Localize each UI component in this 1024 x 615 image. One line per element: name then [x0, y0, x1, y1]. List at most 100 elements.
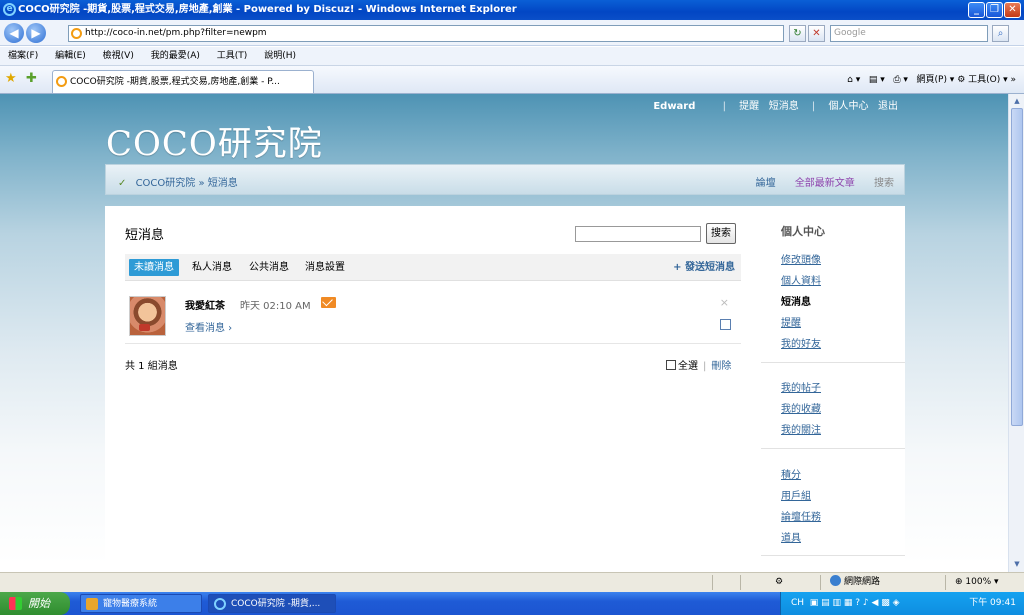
tab-unread[interactable]: 未讀消息 [129, 259, 179, 276]
message-time: 昨天 02:10 AM [240, 301, 311, 312]
chevron-icon[interactable]: » [1010, 75, 1016, 85]
language-indicator[interactable]: CH [791, 598, 804, 608]
send-pm-button[interactable]: + 發送短消息 [673, 259, 735, 276]
list-item: 我愛紅茶 昨天 02:10 AM 查看消息 › × [125, 288, 741, 344]
nav-forum[interactable]: 論壇 [756, 178, 776, 189]
minimize-button[interactable]: _ [968, 2, 985, 18]
menu-help[interactable]: 說明(H) [264, 51, 296, 61]
task-browser[interactable]: COCO研究院 -期貨,... [208, 594, 336, 613]
breadcrumb-home[interactable]: COCO研究院 [136, 178, 196, 189]
message-sender[interactable]: 我愛紅茶 [185, 297, 225, 312]
ie-icon [214, 598, 226, 610]
tab-page-icon [56, 76, 67, 87]
tray-icons[interactable]: ▣ ▤ ▥ ▦ ? ♪ ◀ ▩ ◈ [807, 598, 900, 608]
mail-icon [321, 297, 336, 308]
menu-view[interactable]: 檢視(V) [103, 51, 134, 61]
back-button[interactable]: ◀ [4, 23, 24, 43]
maximize-button[interactable]: ❐ [986, 2, 1003, 18]
refresh-button[interactable]: ↻ [789, 25, 806, 42]
sidebar-item-pm[interactable]: 短消息 [781, 293, 811, 308]
print-icon[interactable]: ⎙ ▾ [893, 75, 908, 85]
user-link-notify[interactable]: 提醒 [739, 101, 759, 112]
sidebar-item-props[interactable]: 道具 [781, 529, 801, 544]
search-input[interactable]: Google [830, 25, 988, 42]
breadcrumb-separator: » [198, 178, 205, 189]
tab-settings[interactable]: 消息設置 [305, 259, 345, 276]
message-checkbox[interactable] [720, 319, 731, 330]
stop-button[interactable]: ✕ [808, 25, 825, 42]
feeds-icon[interactable]: ▤ ▾ [869, 75, 885, 85]
sidebar-item-usergroup[interactable]: 用戶組 [781, 487, 811, 502]
sidebar-item-friends[interactable]: 我的好友 [781, 335, 821, 350]
page-tools-menu[interactable]: 網頁(P) ▾ ⚙ 工具(O) ▾ [917, 75, 1008, 85]
sidebar-item-avatar[interactable]: 修改頭像 [781, 251, 821, 266]
nav-search[interactable]: 搜索 [874, 178, 894, 189]
menu-favorites[interactable]: 我的最愛(A) [151, 51, 200, 61]
tab-public[interactable]: 公共消息 [249, 259, 289, 276]
user-link-center[interactable]: 個人中心 [828, 101, 868, 112]
zoom-level[interactable]: ⊕ 100% ▾ [955, 573, 999, 592]
menu-tools[interactable]: 工具(T) [217, 51, 248, 61]
user-nav: Edward | 提醒 短消息 | 個人中心 退出 [653, 101, 898, 112]
close-button[interactable]: ✕ [1004, 2, 1021, 18]
avatar[interactable] [129, 296, 166, 336]
globe-icon [830, 575, 841, 586]
page-title: 短消息 [125, 228, 165, 243]
pm-panel: 短消息 搜索 未讀消息 私人消息 公共消息 消息設置 + 發送短消息 我愛紅茶 … [105, 206, 905, 572]
task-pet-system[interactable]: 寵物醫療系統 [80, 594, 202, 613]
sidebar-item-notify[interactable]: 提醒 [781, 314, 801, 329]
view-message-link[interactable]: 查看消息 › [185, 319, 232, 334]
scroll-up-icon[interactable]: ▲ [1011, 95, 1023, 107]
page-content: Edward | 提醒 短消息 | 個人中心 退出 COCO研究院 ✓ COCO… [0, 94, 1008, 572]
vertical-scrollbar[interactable]: ▲ ▼ [1008, 94, 1024, 572]
sidebar-item-credits[interactable]: 積分 [781, 466, 801, 481]
task-label: 寵物醫療系統 [103, 599, 158, 609]
sidebar-item-posts[interactable]: 我的帖子 [781, 379, 821, 394]
command-bar: ⌂ ▾ ▤ ▾ ⎙ ▾ 網頁(P) ▾ ⚙ 工具(O) ▾ » [847, 66, 1016, 94]
sidebar: 個人中心 修改頭像 個人資料 短消息 提醒 我的好友 我的帖子 我的收藏 我的關… [761, 206, 905, 572]
delete-button[interactable]: 刪除 [711, 361, 731, 372]
menu-edit[interactable]: 編輯(E) [55, 51, 86, 61]
pm-search-button[interactable]: 搜索 [706, 223, 736, 244]
menu-bar: 檔案(F) 編輯(E) 檢視(V) 我的最愛(A) 工具(T) 說明(H) [0, 47, 1024, 66]
add-favorite-icon[interactable]: ✚ [26, 71, 37, 86]
zoom-value: 100% [965, 577, 992, 587]
sidebar-item-follow[interactable]: 我的關注 [781, 421, 821, 436]
sidebar-item-favorites[interactable]: 我的收藏 [781, 400, 821, 415]
address-toolbar: ◀ ▶ http://coco-in.net/pm.php?filter=new… [0, 20, 1024, 46]
search-icon[interactable]: ⌕ [992, 25, 1009, 42]
select-all-label[interactable]: 全選 [678, 361, 698, 372]
address-input[interactable]: http://coco-in.net/pm.php?filter=newpm [68, 25, 784, 42]
scroll-down-icon[interactable]: ▼ [1011, 558, 1023, 570]
start-button[interactable]: 開始 [0, 592, 70, 615]
protected-mode-icon: ⚙ [775, 577, 784, 587]
security-zone: 網際網路 [830, 573, 880, 592]
username[interactable]: Edward [653, 101, 695, 112]
taskbar: 開始 寵物醫療系統 COCO研究院 -期貨,... CH ▣ ▤ ▥ ▦ ? ♪… [0, 592, 1024, 615]
menu-file[interactable]: 檔案(F) [8, 51, 38, 61]
user-link-pm[interactable]: 短消息 [769, 101, 799, 112]
pm-search-input[interactable] [575, 226, 701, 242]
zone-label: 網際網路 [844, 577, 881, 587]
sidebar-item-tasks[interactable]: 論壇任務 [781, 508, 821, 523]
nav-latest[interactable]: 全部最新文章 [795, 178, 855, 189]
favorites-star-icon[interactable]: ★ [5, 71, 17, 86]
browser-tab[interactable]: COCO研究院 -期貨,股票,程式交易,房地產,創業 - P... [52, 70, 314, 93]
sidebar-item-profile[interactable]: 個人資料 [781, 272, 821, 287]
address-url: http://coco-in.net/pm.php?filter=newpm [85, 28, 267, 38]
site-logo[interactable]: COCO研究院 [106, 116, 323, 165]
status-bar: ⚙ 網際網路 ⊕ 100% ▾ [0, 572, 1024, 592]
home-icon[interactable]: ⌂ ▾ [847, 75, 860, 85]
user-link-logout[interactable]: 退出 [878, 101, 898, 112]
breadcrumb-current[interactable]: 短消息 [208, 178, 238, 189]
task-label: COCO研究院 -期貨,... [231, 599, 321, 609]
breadcrumb: ✓ COCO研究院 » 短消息 [118, 174, 238, 189]
scroll-thumb[interactable] [1011, 108, 1023, 426]
window-title: COCO研究院 -期貨,股票,程式交易,房地產,創業 - Powered by … [18, 4, 517, 15]
sidebar-divider [761, 448, 905, 449]
forward-button[interactable]: ▶ [26, 23, 46, 43]
tab-private[interactable]: 私人消息 [192, 259, 232, 276]
select-all-checkbox[interactable] [666, 360, 676, 370]
delete-icon[interactable]: × [720, 296, 729, 309]
list-actions: 全選 | 刪除 [666, 357, 731, 372]
